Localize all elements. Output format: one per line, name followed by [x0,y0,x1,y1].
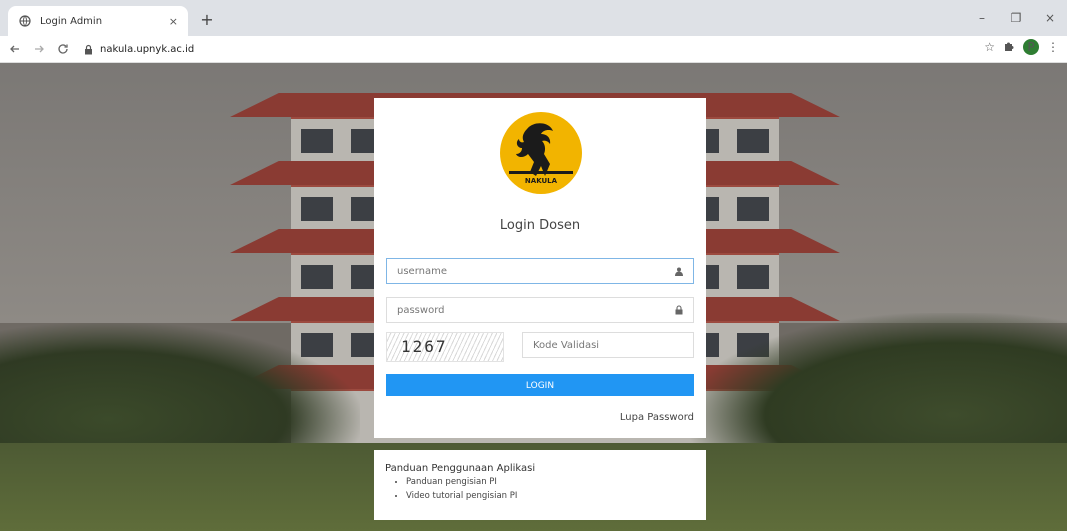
username-field[interactable] [386,258,694,284]
user-icon [671,267,687,276]
page-background: NAKULA Login Dosen 1267 LOGIN Lupa Passw… [0,63,1067,531]
guide-list: Panduan pengisian PI Video tutorial peng… [392,473,517,501]
guide-card: Panduan Penggunaan Aplikasi Panduan peng… [374,450,706,520]
browser-tab[interactable]: Login Admin × [8,6,188,36]
window-controls: – ❐ × [965,0,1067,36]
forward-button[interactable] [30,40,48,58]
minimize-button[interactable]: – [965,0,999,36]
login-button[interactable]: LOGIN [386,374,694,396]
profile-avatar[interactable]: P [1023,39,1039,55]
new-tab-button[interactable]: + [197,9,217,29]
tab-strip: Login Admin × + – ❐ × [0,0,1067,36]
password-field[interactable] [386,297,694,323]
captcha-text: 1267 [401,337,448,356]
close-window-button[interactable]: × [1033,0,1067,36]
captcha-image: 1267 [386,332,504,362]
arrow-right-icon [35,45,44,53]
forgot-password-link[interactable]: Lupa Password [620,412,694,423]
login-title: Login Dosen [499,218,581,233]
validation-code-input[interactable] [523,333,693,357]
lock-icon[interactable] [82,43,94,55]
url-text[interactable]: nakula.upnyk.ac.id [100,44,194,55]
kebab-menu-icon[interactable]: ⋮ [1047,40,1059,54]
guide-link-panduan[interactable]: Panduan pengisian PI [406,477,517,487]
maximize-button[interactable]: ❐ [999,0,1033,36]
tab-close-icon[interactable]: × [169,15,178,28]
lock-icon [671,305,687,315]
address-bar[interactable]: nakula.upnyk.ac.id [82,39,194,59]
globe-icon [18,14,32,28]
tab-title: Login Admin [40,15,103,27]
guide-link-video[interactable]: Video tutorial pengisian PI [406,491,517,501]
logo-text: NAKULA [525,177,558,185]
star-icon[interactable]: ☆ [984,40,995,54]
toolbar-actions: ☆ P ⋮ [984,39,1059,55]
reload-icon [58,44,68,54]
browser-toolbar: nakula.upnyk.ac.id ☆ P ⋮ [0,36,1067,63]
login-card: NAKULA Login Dosen 1267 LOGIN Lupa Passw… [374,98,706,438]
validation-code-field[interactable] [522,332,694,358]
arrow-left-icon [10,45,19,53]
username-input[interactable] [387,259,671,283]
nakula-logo: NAKULA [499,111,583,195]
back-button[interactable] [6,40,24,58]
puzzle-icon[interactable] [1003,40,1015,55]
reload-button[interactable] [54,40,72,58]
password-input[interactable] [387,298,671,322]
